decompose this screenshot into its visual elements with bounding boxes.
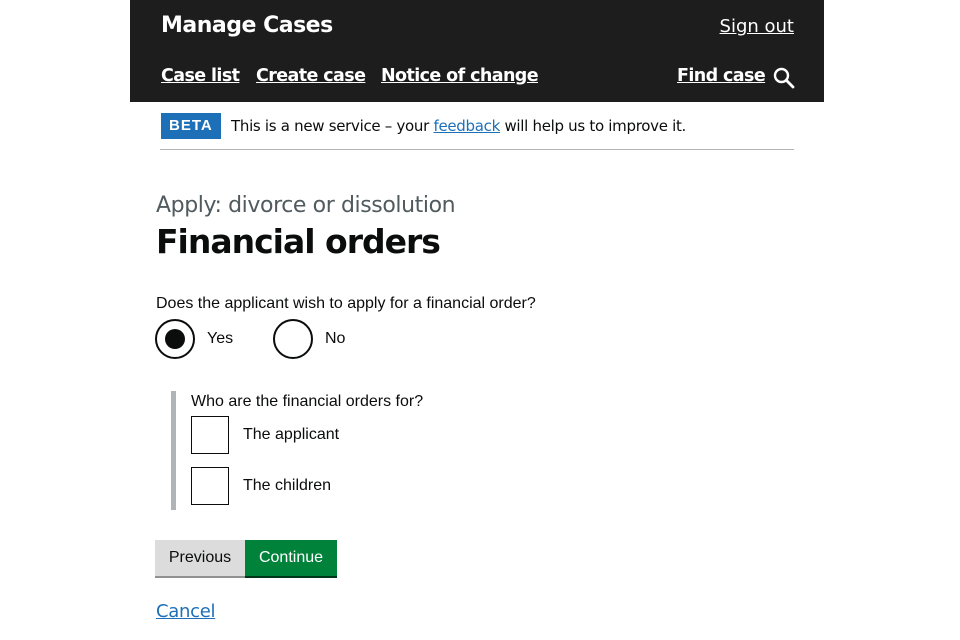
nav-case-list[interactable]: Case list [161, 66, 240, 86]
beta-text-before: This is a new service – your [231, 117, 429, 135]
beta-message: This is a new service – your feedback wi… [231, 117, 686, 135]
app-title[interactable]: Manage Cases [161, 13, 333, 38]
radio-selected-dot [165, 329, 185, 349]
previous-button[interactable]: Previous [155, 540, 245, 576]
search-icon[interactable] [772, 66, 796, 90]
checkbox-children-box[interactable] [191, 467, 229, 505]
cancel-link[interactable]: Cancel [156, 601, 215, 622]
site-header: Manage Cases Sign out Case list Create c… [130, 0, 824, 102]
page-caption: Apply: divorce or dissolution [156, 193, 456, 218]
nav-notice-of-change[interactable]: Notice of change [381, 66, 539, 86]
checkbox-children[interactable]: The children [191, 467, 331, 505]
checkbox-applicant[interactable]: The applicant [191, 416, 339, 454]
radio-no-circle[interactable] [273, 319, 313, 359]
checkbox-applicant-box[interactable] [191, 416, 229, 454]
financial-order-question: Does the applicant wish to apply for a f… [156, 295, 536, 312]
feedback-link[interactable]: feedback [433, 117, 500, 135]
beta-text-after: will help us to improve it. [504, 117, 687, 135]
radio-no-label[interactable]: No [325, 330, 345, 348]
financial-orders-for-question: Who are the financial orders for? [191, 393, 424, 410]
radio-no[interactable]: No [273, 319, 345, 359]
continue-button[interactable]: Continue [245, 540, 337, 576]
checkbox-applicant-label[interactable]: The applicant [243, 426, 339, 444]
beta-tag: BETA [161, 113, 221, 139]
beta-banner: BETA This is a new service – your feedba… [160, 112, 794, 150]
nav-create-case[interactable]: Create case [256, 66, 366, 86]
checkbox-children-label[interactable]: The children [243, 477, 331, 495]
nav-find-case[interactable]: Find case [677, 66, 766, 86]
radio-yes[interactable]: Yes [155, 319, 233, 359]
sign-out-link[interactable]: Sign out [720, 16, 794, 37]
radio-yes-circle[interactable] [155, 319, 195, 359]
page-title: Financial orders [156, 222, 441, 261]
radio-yes-label[interactable]: Yes [207, 330, 233, 348]
